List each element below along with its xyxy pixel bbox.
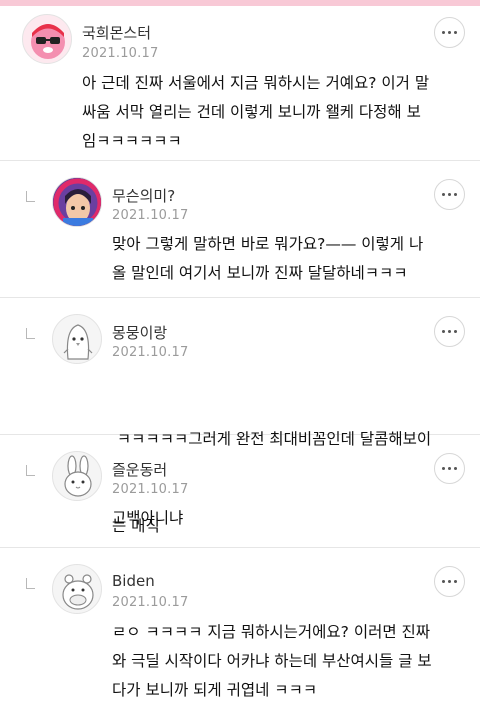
comment-line: 임ㅋㅋㅋㅋㅋㅋ [82,132,182,150]
comment-line: 아 근데 진짜 서울에서 지금 뭐하시는 거예요? 이거 말 [82,74,430,92]
comment-line: 싸움 서막 열리는 건데 이렇게 보니까 왤케 다정해 보 [82,103,421,121]
dot-icon [454,580,457,583]
reply-item: 즐운동러 2021.10.17 고백아니냐 [0,435,480,548]
comment-line: ㄹㅇ ㅋㅋㅋㅋ 지금 뭐하시는거에요? 이러면 진짜 [112,623,431,641]
comment-line: 다가 보니까 되게 귀엽네 ㅋㅋㅋ [112,681,318,699]
dot-icon [448,193,451,196]
avatar[interactable] [52,564,102,614]
more-options-button[interactable] [434,453,465,484]
comment-nickname[interactable]: Biden [112,572,155,590]
comment-date: 2021.10.17 [82,46,159,61]
more-options-button[interactable] [434,316,465,347]
comment-nickname[interactable]: 무슨의미? [112,185,175,206]
dot-icon [442,330,445,333]
comment-date: 2021.10.17 [112,482,189,497]
comment-line: 맞아 그렇게 말하면 바로 뭐가요?—— 이렇게 나 [112,235,424,253]
comment-line: 고백아니냐 [112,509,184,527]
dot-icon [454,31,457,34]
pink-monster-icon [31,24,65,59]
penguin-icon [63,324,93,360]
avatar[interactable] [22,14,72,64]
more-options-button[interactable] [434,566,465,597]
dot-icon [448,467,451,470]
dot-icon [454,330,457,333]
dot-icon [454,467,457,470]
comment-body: ㄹㅇ ㅋㅋㅋㅋ 지금 뭐하시는거에요? 이러면 진짜 와 극딜 시작이다 어카냐… [112,618,432,705]
dot-icon [448,31,451,34]
hippo-icon [62,574,94,610]
comment-line: 올 말인데 여기서 보니까 진짜 달달하네ㅋㅋㅋ [112,264,408,282]
comment-date: 2021.10.17 [112,595,189,610]
reply-arrow-icon [26,465,35,476]
more-options-button[interactable] [434,17,465,48]
comment-body: 고백아니냐 [112,504,183,533]
reply-item: 몽뭉이랑 2021.10.17 ㅋㅋㅋㅋㅋ그러게 완전 최대비꼼인데 달콤해보이… [0,298,480,535]
more-options-button[interactable] [434,179,465,210]
comment-body: 맞아 그렇게 말하면 바로 뭐가요?—— 이렇게 나 올 말인데 여기서 보니까… [112,230,423,288]
avatar[interactable] [52,451,102,501]
reply-arrow-icon [26,578,35,589]
comment-item: 국희몬스터 2021.10.17 아 근데 진짜 서울에서 지금 뭐하시는 거예… [0,0,480,161]
dot-icon [448,580,451,583]
comment-nickname[interactable]: 국희몬스터 [82,22,151,43]
reply-item: 무슨의미? 2021.10.17 맞아 그렇게 말하면 바로 뭐가요?—— 이렇… [0,161,480,298]
reply-item: Biden 2021.10.17 ㄹㅇ ㅋㅋㅋㅋ 지금 뭐하시는거에요? 이러면… [0,548,480,720]
comment-body: 아 근데 진짜 서울에서 지금 뭐하시는 거예요? 이거 말 싸움 서막 열리는… [82,69,429,156]
rabbit-icon [64,455,92,497]
comment-line: 와 극딜 시작이다 어카냐 하는데 부산여시들 글 보 [112,652,432,670]
comment-date: 2021.10.17 [112,208,189,223]
dot-icon [442,193,445,196]
reply-arrow-icon [26,328,35,339]
dot-icon [442,467,445,470]
avatar[interactable] [52,314,102,364]
cartoon-girl-icon [53,178,101,226]
dot-icon [448,330,451,333]
dot-icon [454,193,457,196]
dot-icon [442,31,445,34]
avatar[interactable] [52,177,102,227]
comment-nickname[interactable]: 즐운동러 [112,459,167,480]
reply-arrow-icon [26,191,35,202]
dot-icon [442,580,445,583]
comment-date: 2021.10.17 [112,345,189,360]
comment-nickname[interactable]: 몽뭉이랑 [112,322,167,343]
